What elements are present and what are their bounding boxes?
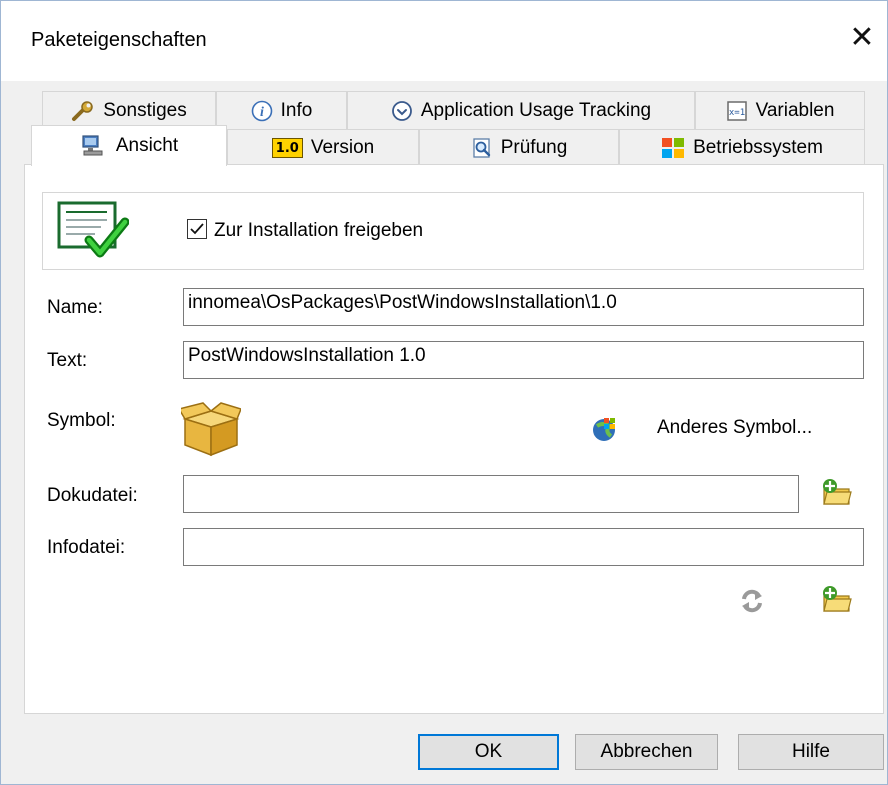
tab-info[interactable]: i Info xyxy=(216,91,347,129)
computer-icon xyxy=(80,134,108,158)
tab-label: Betriebssystem xyxy=(693,137,823,158)
cancel-button[interactable]: Abbrechen xyxy=(575,734,718,770)
doc-file-label: Dokudatei: xyxy=(47,485,138,506)
package-box-icon xyxy=(177,399,243,465)
info-icon: i xyxy=(251,100,273,122)
svg-text:x=1: x=1 xyxy=(728,108,744,118)
tab-version[interactable]: 1.0 Version xyxy=(227,129,419,166)
tab-betriebssystem[interactable]: Betriebssystem xyxy=(619,129,865,166)
tab-label: Ansicht xyxy=(115,135,179,156)
tab-ansicht[interactable]: Ansicht xyxy=(31,125,227,166)
title-bar: Paketeigenschaften ✕ xyxy=(1,1,887,81)
folder-browse-icon[interactable] xyxy=(821,584,853,622)
variables-icon: x=1 xyxy=(726,100,748,122)
magnifier-icon xyxy=(471,137,493,159)
wrench-icon xyxy=(71,100,95,122)
tab-label: Version xyxy=(310,137,375,158)
name-label: Name: xyxy=(47,297,103,318)
svg-text:i: i xyxy=(260,105,264,120)
tab-application-usage-tracking[interactable]: Application Usage Tracking xyxy=(347,91,695,129)
tab-label: Prüfung xyxy=(500,137,568,158)
close-button[interactable]: ✕ xyxy=(839,15,885,61)
release-label[interactable]: Zur Installation freigeben xyxy=(214,220,423,242)
windows-logo-icon xyxy=(661,137,685,159)
version-icon: 1.0 xyxy=(271,138,303,158)
release-checkbox[interactable] xyxy=(187,219,207,239)
certificate-check-icon xyxy=(57,200,130,270)
doc-file-field[interactable] xyxy=(183,475,799,513)
change-symbol-icon[interactable] xyxy=(589,414,619,450)
tab-variablen[interactable]: x=1 Variablen xyxy=(695,91,865,129)
other-symbol-button[interactable]: Anderes Symbol... xyxy=(657,417,812,439)
dialog-title: Paketeigenschaften xyxy=(31,29,207,51)
release-group xyxy=(42,192,864,270)
text-label: Text: xyxy=(47,350,88,371)
folder-browse-icon[interactable] xyxy=(821,477,853,515)
tab-label: Sonstiges xyxy=(103,99,187,121)
text-field[interactable]: PostWindowsInstallation 1.0 xyxy=(183,341,864,379)
tab-sonstiges[interactable]: Sonstiges xyxy=(42,91,216,129)
clock-icon xyxy=(391,100,413,122)
package-properties-dialog: Paketeigenschaften ✕ Sonstiges i Info Ap… xyxy=(0,0,888,785)
tab-label: Variablen xyxy=(755,99,835,121)
refresh-icon[interactable] xyxy=(737,586,767,622)
tab-label: Info xyxy=(280,99,313,121)
ok-button[interactable]: OK xyxy=(418,734,559,770)
info-file-field[interactable] xyxy=(183,528,864,566)
name-field[interactable]: innomea\OsPackages\PostWindowsInstallati… xyxy=(183,288,864,326)
help-button[interactable]: Hilfe xyxy=(738,734,884,770)
tab-label: Application Usage Tracking xyxy=(420,99,652,121)
info-file-label: Infodatei: xyxy=(47,537,126,558)
tab-pruefung[interactable]: Prüfung xyxy=(419,129,619,166)
symbol-label: Symbol: xyxy=(47,410,116,431)
